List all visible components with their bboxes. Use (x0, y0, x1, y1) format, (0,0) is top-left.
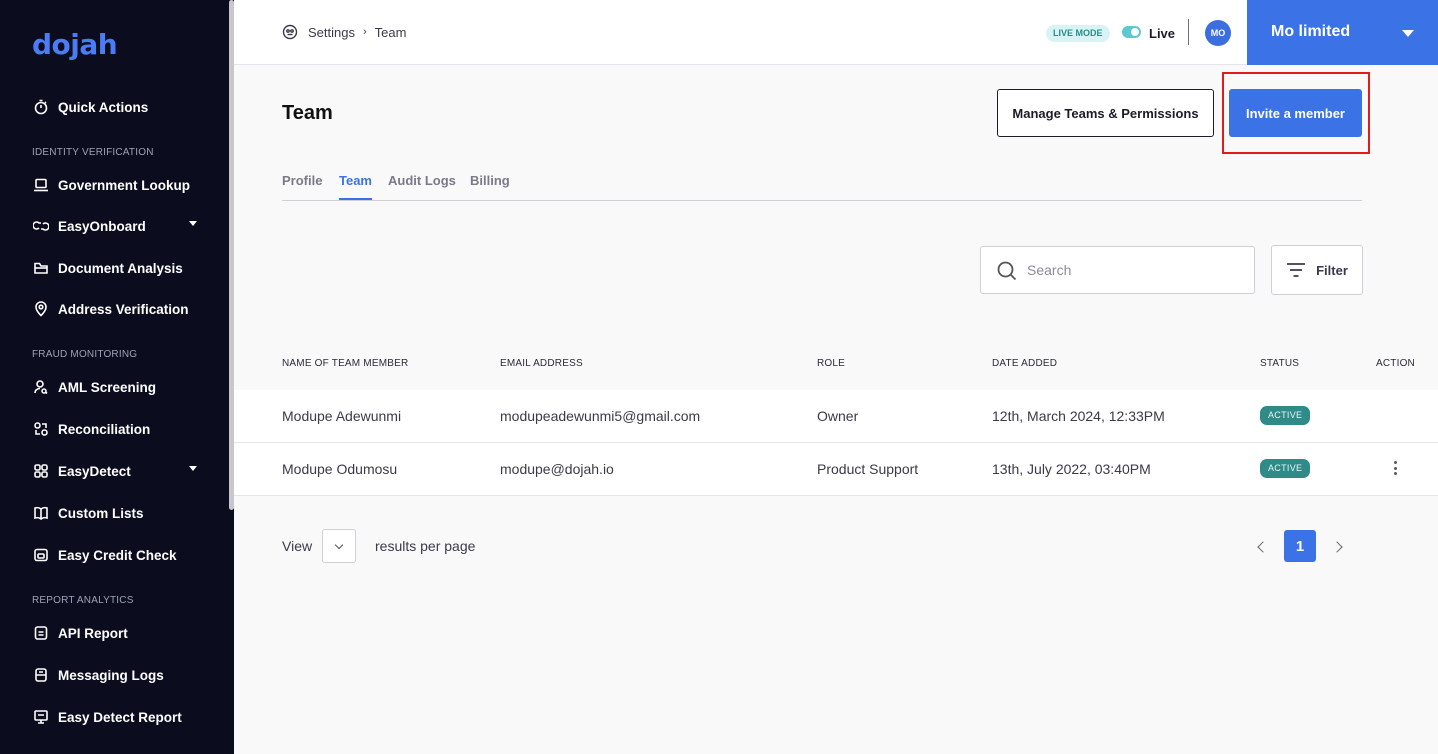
tab-team[interactable]: Team (339, 173, 372, 200)
dojah-logo[interactable]: dojah (32, 28, 118, 61)
page-size-select[interactable] (322, 529, 356, 563)
breadcrumb-settings[interactable]: Settings (308, 25, 355, 40)
search-box (980, 246, 1255, 294)
sidebar-item-api-report[interactable]: API Report (32, 621, 197, 645)
organization-name: Mo limited (1271, 23, 1351, 40)
sidebar-item-label: EasyDetect (58, 463, 131, 479)
page-number-button[interactable]: 1 (1284, 530, 1316, 562)
caret-down-icon[interactable] (189, 221, 197, 226)
sidebar-item-label: Address Verification (58, 301, 189, 317)
top-bar: Settings › Team LIVE MODE Live MO Mo lim… (234, 0, 1438, 65)
member-name: Modupe Odumosu (282, 461, 398, 477)
sidebar-item-custom-lists[interactable]: Custom Lists (32, 501, 197, 525)
sidebar-item-aml-screening[interactable]: AML Screening (32, 375, 197, 399)
divider (1188, 19, 1189, 45)
sidebar-item-messaging-logs[interactable]: Messaging Logs (32, 663, 197, 687)
member-email: modupeadewunmi5@gmail.com (500, 408, 701, 424)
sidebar: dojah Quick Actions IDENTITY VERIFICATIO… (0, 0, 234, 754)
tab-profile[interactable]: Profile (282, 173, 322, 188)
sidebar-item-reconciliation[interactable]: Reconciliation (32, 417, 197, 441)
document-icon (32, 624, 50, 642)
sidebar-item-label: Reconciliation (58, 421, 151, 437)
breadcrumb: Settings › Team (282, 24, 406, 40)
grid-icon (32, 462, 50, 480)
settings-icon[interactable] (282, 24, 298, 40)
sidebar-item-easydetect[interactable]: EasyDetect (32, 459, 197, 483)
folder-icon (32, 259, 50, 277)
sidebar-item-address-verification[interactable]: Address Verification (32, 297, 197, 321)
tab-audit-logs[interactable]: Audit Logs (388, 173, 456, 188)
card-icon (32, 546, 50, 564)
member-name: Modupe Adewunmi (282, 408, 402, 424)
table-row: Modupe Adewunmi modupeadewunmi5@gmail.co… (234, 390, 1438, 443)
live-label: Live (1149, 26, 1176, 41)
live-mode-toggle[interactable] (1122, 26, 1141, 38)
avatar[interactable]: MO (1205, 20, 1231, 46)
member-email: modupe@dojah.io (500, 461, 614, 477)
user-search-icon (32, 378, 50, 396)
caret-down-icon[interactable] (189, 466, 197, 471)
settings-tabs: Profile Team Audit Logs Billing (282, 170, 1362, 201)
location-pin-icon (32, 300, 50, 318)
monitor-icon (32, 708, 50, 726)
chevron-left-icon[interactable] (1254, 539, 1270, 555)
member-date-added: 13th, July 2022, 03:40PM (992, 461, 1151, 477)
column-header-date: DATE ADDED (992, 358, 1058, 369)
results-per-page-label: results per page (375, 538, 476, 554)
sidebar-item-label: Document Analysis (58, 260, 183, 276)
sidebar-item-easy-detect-report[interactable]: Easy Detect Report (32, 705, 197, 729)
sidebar-item-easyonboard[interactable]: EasyOnboard (32, 214, 197, 238)
link-icon (32, 217, 50, 235)
section-report-analytics: REPORT ANALYTICS (32, 595, 134, 606)
sidebar-item-label: Easy Credit Check (58, 547, 177, 563)
page-title: Team (282, 102, 333, 124)
organization-switcher[interactable]: Mo limited (1247, 0, 1438, 65)
tab-billing[interactable]: Billing (470, 173, 510, 188)
column-header-name: NAME OF TEAM MEMBER (282, 358, 409, 369)
book-icon (32, 504, 50, 522)
status-badge: ACTIVE (1260, 459, 1311, 478)
filter-icon (1287, 263, 1306, 277)
sidebar-item-document-analysis[interactable]: Document Analysis (32, 256, 197, 280)
invite-member-button[interactable]: Invite a member (1229, 89, 1362, 137)
section-fraud-monitoring: FRAUD MONITORING (32, 349, 138, 360)
search-input[interactable] (1027, 247, 1242, 293)
manage-teams-permissions-button[interactable]: Manage Teams & Permissions (997, 89, 1214, 137)
column-header-role: ROLE (817, 358, 846, 369)
table-row: Modupe Odumosu modupe@dojah.io Product S… (234, 443, 1438, 496)
sidebar-item-label: Easy Detect Report (58, 709, 182, 725)
caret-down-icon (1402, 30, 1414, 37)
chevron-right-icon: › (362, 26, 367, 38)
member-role: Product Support (817, 461, 919, 477)
breadcrumb-team: Team (374, 24, 407, 40)
sidebar-item-label: Quick Actions (58, 99, 149, 115)
sidebar-item-quick-actions[interactable]: Quick Actions (32, 95, 197, 119)
filter-button[interactable]: Filter (1271, 245, 1363, 295)
member-date-added: 12th, March 2024, 12:33PM (992, 408, 1165, 424)
status-badge: ACTIVE (1260, 406, 1311, 425)
sidebar-item-label: Custom Lists (58, 505, 144, 521)
sidebar-item-label: Messaging Logs (58, 667, 164, 683)
column-header-action: ACTION (1376, 358, 1415, 369)
filter-label: Filter (1316, 262, 1348, 278)
column-header-email: EMAIL ADDRESS (500, 358, 583, 369)
sidebar-item-label: Government Lookup (58, 177, 191, 193)
more-actions-icon[interactable] (1390, 459, 1400, 477)
section-identity-verification: IDENTITY VERIFICATION (32, 147, 154, 158)
sidebar-item-label: AML Screening (58, 379, 157, 395)
laptop-icon (32, 176, 50, 194)
view-label: View (282, 538, 313, 554)
search-icon (997, 261, 1017, 281)
sidebar-item-label: EasyOnboard (58, 218, 146, 234)
message-icon (32, 666, 50, 684)
sidebar-item-easy-credit-check[interactable]: Easy Credit Check (32, 543, 197, 567)
reconcile-icon (32, 420, 50, 438)
live-mode-badge: LIVE MODE (1046, 25, 1110, 42)
member-role: Owner (817, 408, 859, 424)
stopwatch-icon (32, 98, 50, 116)
sidebar-item-label: API Report (58, 625, 128, 641)
sidebar-item-government-lookup[interactable]: Government Lookup (32, 173, 197, 197)
chevron-right-icon[interactable] (1331, 539, 1347, 555)
column-header-status: STATUS (1260, 358, 1300, 369)
